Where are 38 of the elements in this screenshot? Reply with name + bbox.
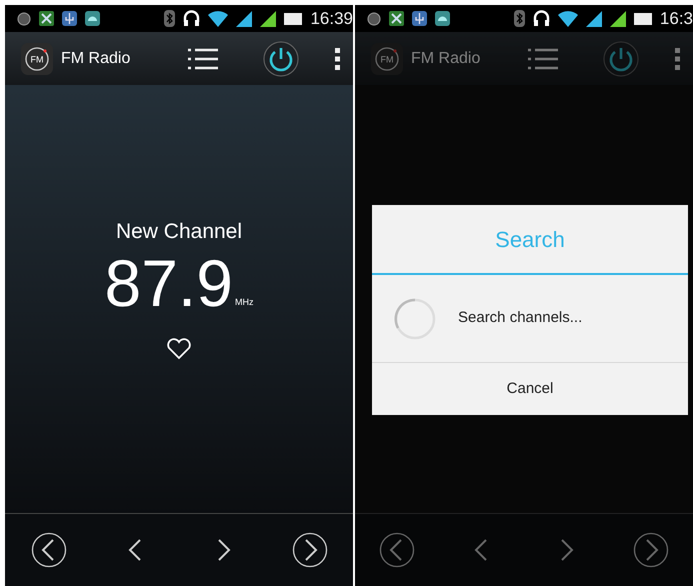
clock-time: 16:39 — [310, 8, 353, 30]
usb-icon — [62, 11, 77, 26]
battery-icon — [634, 12, 652, 24]
android-icon — [85, 11, 100, 26]
more-menu-icon[interactable] — [335, 48, 341, 70]
signal-icon — [610, 10, 626, 26]
app-notification-icon — [39, 11, 54, 26]
bluetooth-icon — [514, 10, 525, 27]
next-station-button[interactable] — [292, 532, 328, 568]
previous-station-button[interactable] — [30, 532, 66, 568]
station-name: New Channel — [116, 219, 242, 246]
dialog-message: Search channels... — [458, 308, 582, 328]
frequency: 87.9 — [104, 250, 233, 316]
usb-icon — [412, 11, 427, 26]
battery-icon — [284, 12, 302, 24]
app-notification-icon — [389, 11, 404, 26]
signal-icon — [586, 10, 602, 26]
radio-logo-icon: FM — [21, 42, 53, 74]
clock-time: 16:3 — [660, 8, 693, 30]
bluetooth-icon — [164, 10, 176, 27]
app-title: FM Radio — [61, 48, 130, 68]
app-title: FM Radio — [411, 48, 480, 68]
android-icon — [435, 11, 450, 26]
headset-icon — [532, 10, 550, 27]
cancel-button[interactable]: Cancel — [372, 363, 688, 415]
favorite-heart-icon[interactable] — [166, 338, 192, 360]
list-icon[interactable] — [187, 48, 219, 70]
dialog-title: Search — [372, 205, 688, 275]
frequency-unit: MHz — [234, 296, 254, 310]
signal-icon — [260, 10, 276, 26]
radio-icon — [367, 12, 381, 26]
radio-icon — [17, 12, 31, 26]
wifi-icon — [558, 10, 578, 26]
signal-icon — [236, 10, 252, 26]
power-icon[interactable] — [263, 40, 299, 76]
wifi-icon — [208, 10, 228, 26]
headset-icon — [183, 10, 200, 27]
loading-spinner-icon — [394, 298, 436, 340]
